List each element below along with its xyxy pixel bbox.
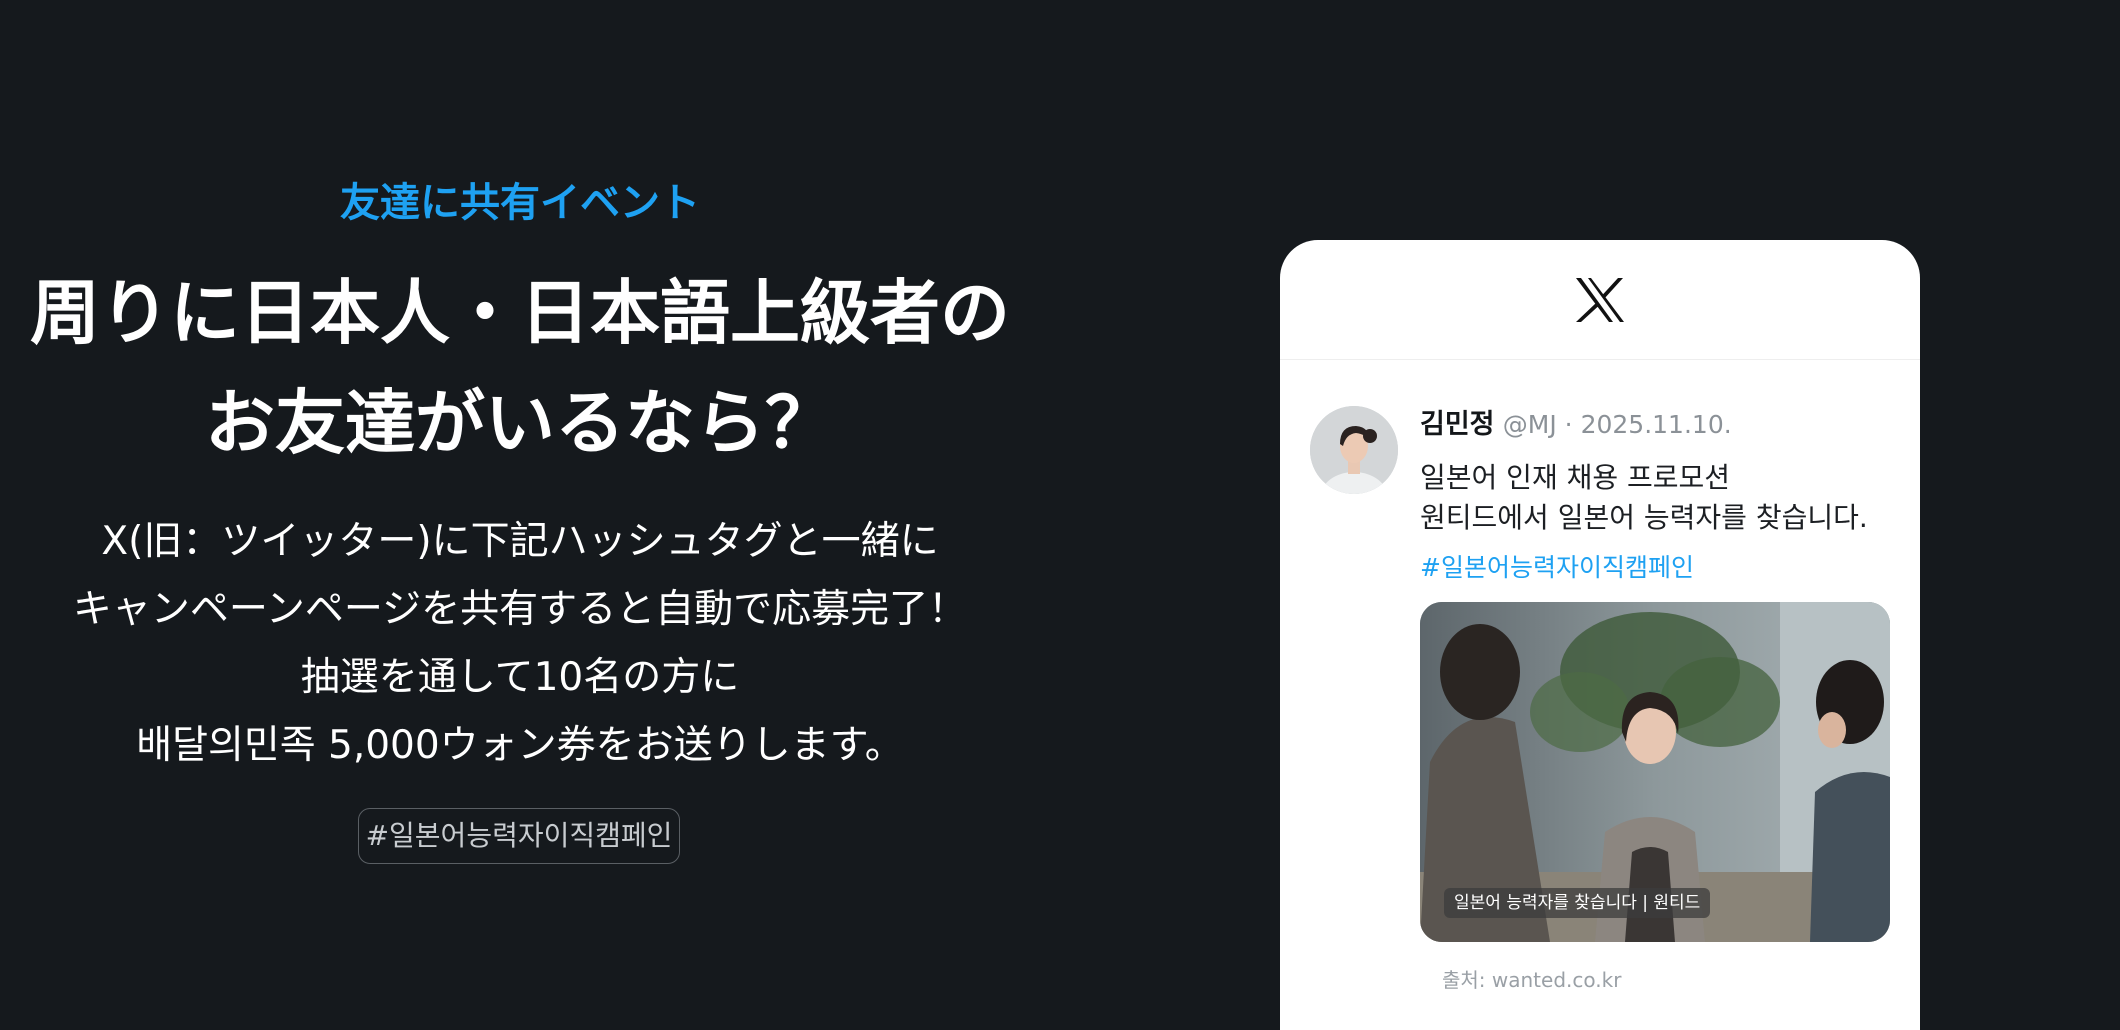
description-line-2: キャンペーンページを共有すると自動で応募完了！ xyxy=(72,587,968,632)
tweet-text-line-2: 원티드에서 일본어 능력자를 찾습니다. xyxy=(1420,501,1868,534)
card-header xyxy=(1280,240,1920,360)
tweet-text: 일본어 인재 채용 프로모션 원티드에서 일본어 능력자를 찾습니다. xyxy=(1420,458,1868,538)
tweet-text-line-1: 일본어 인재 채용 프로모션 xyxy=(1420,461,1731,494)
headline: 周りに日本人・日本語上級者の お友達がいるなら？ xyxy=(0,258,1040,478)
author-handle-date: @MJ · 2025.11.10. xyxy=(1502,410,1732,439)
page: 友達に共有イベント 周りに日本人・日本語上級者の お友達がいるなら？ X(旧：ツ… xyxy=(0,0,2120,1030)
author-name[interactable]: 김민정 xyxy=(1420,409,1495,440)
media-caption: 일본어 능력자를 찾습니다 | 원티드 xyxy=(1444,888,1711,918)
tweet-media-image[interactable]: 일본어 능력자를 찾습니다 | 원티드 xyxy=(1420,602,1890,942)
headline-line-2: お友達がいるなら？ xyxy=(205,382,835,464)
x-logo-icon xyxy=(1576,278,1624,322)
hashtag-chip[interactable]: #일본어능력자이직캠페인 xyxy=(358,808,680,864)
description-line-3: 抽選を通して10名の方に xyxy=(300,655,740,700)
tweet-hashtag-link[interactable]: #일본어능력자이직캠페인 xyxy=(1420,548,1694,584)
tweet-preview-card: 김민정 @MJ · 2025.11.10. 일본어 인재 채용 프로모션 원티드… xyxy=(1280,240,1920,1030)
description-line-1: X(旧：ツイッター)に下記ハッシュタグと一緒に xyxy=(101,519,939,564)
source-attribution: 출처: wanted.co.kr xyxy=(1442,968,1622,992)
avatar-image xyxy=(1310,406,1398,494)
avatar[interactable] xyxy=(1310,406,1398,494)
event-description: X(旧：ツイッター)に下記ハッシュタグと一緒に キャンペーンページを共有すると自… xyxy=(0,508,1040,780)
headline-line-1: 周りに日本人・日本語上級者の xyxy=(30,272,1010,354)
description-line-4: 배달의민족 5,000ウォン券をお送りします。 xyxy=(136,723,904,768)
tweet-meta: 김민정 @MJ · 2025.11.10. xyxy=(1420,402,1732,441)
event-eyebrow: 友達に共有イベント xyxy=(340,180,700,226)
